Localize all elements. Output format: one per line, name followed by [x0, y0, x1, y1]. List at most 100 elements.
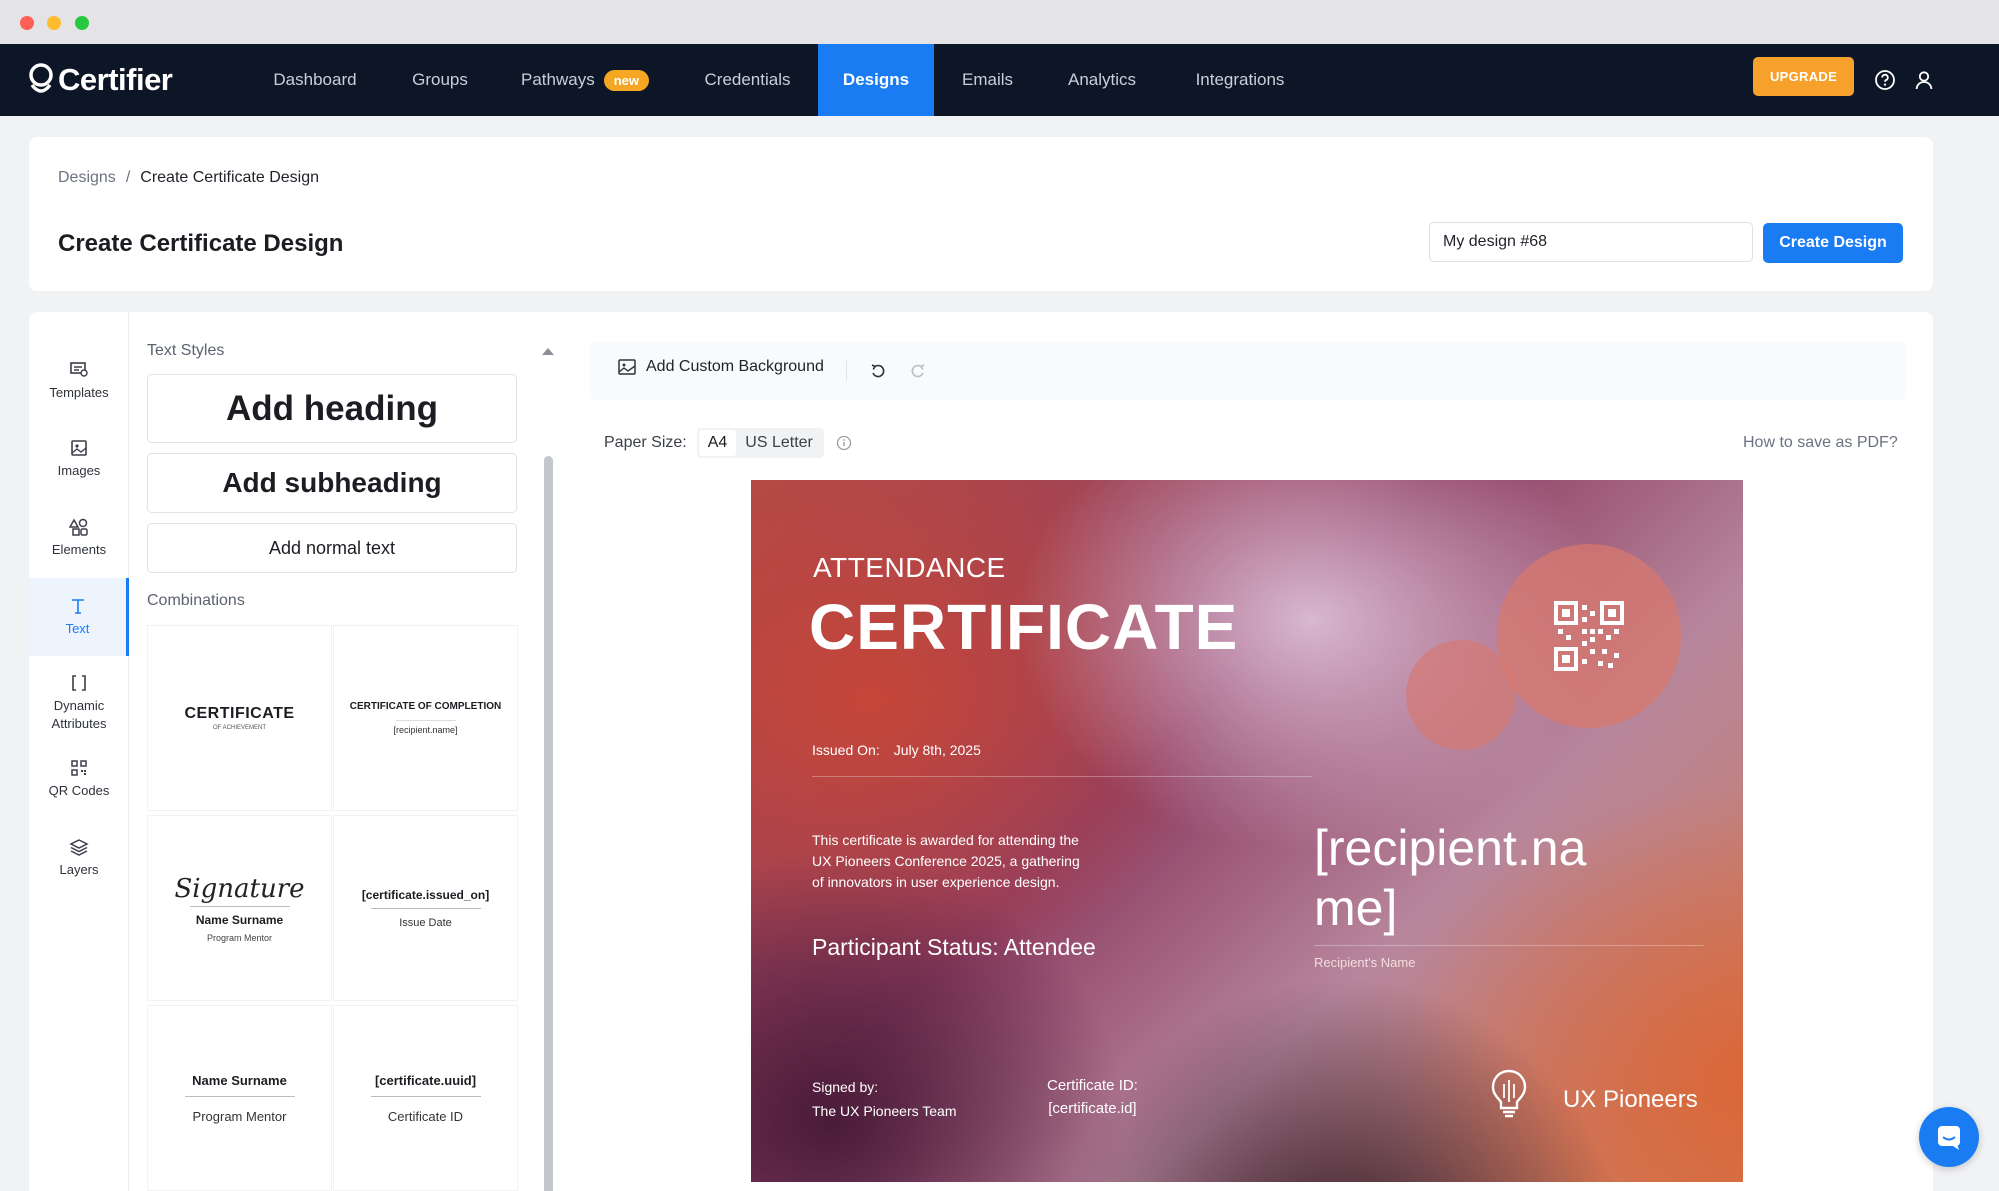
- recipient-caption[interactable]: Recipient's Name: [1314, 955, 1415, 970]
- certificate-title[interactable]: CERTIFICATE: [809, 590, 1238, 664]
- redo-icon[interactable]: [909, 362, 927, 385]
- add-custom-background-button[interactable]: Add Custom Background: [618, 358, 824, 376]
- combo-label: Issue Date: [399, 916, 452, 929]
- add-heading-button[interactable]: Add heading: [147, 374, 517, 443]
- sidebar-tab-dynamic-attributes[interactable]: Dynamic Attributes: [29, 664, 129, 742]
- certificate-divider: [812, 776, 1312, 777]
- combination-signature[interactable]: Signature Name Surname Program Mentor: [147, 815, 332, 1001]
- combination-name-mentor[interactable]: Name Surname Program Mentor: [147, 1005, 332, 1191]
- combo-divider: [189, 905, 290, 907]
- combo-subtitle: OF ACHIEVEMENT: [212, 725, 266, 731]
- certificate-canvas[interactable]: ATTENDANCE CERTIFICATE Issued On: July 8…: [751, 480, 1743, 1182]
- qr-code-icon: [71, 759, 87, 776]
- certificate-description[interactable]: This certificate is awarded for attendin…: [812, 830, 1080, 893]
- combo-title: CERTIFICATE: [184, 705, 295, 722]
- sidebar-tab-label: Dynamic Attributes: [51, 697, 107, 731]
- create-design-button[interactable]: Create Design: [1763, 223, 1903, 263]
- brackets-icon: [72, 674, 86, 691]
- panel-scrollbar[interactable]: [541, 348, 554, 1191]
- nav-groups[interactable]: Groups: [395, 44, 485, 116]
- combo-name: Name Surname: [195, 912, 284, 927]
- combo-divider: [184, 1095, 295, 1097]
- add-background-label: Add Custom Background: [646, 358, 824, 375]
- nav-designs[interactable]: Designs: [818, 44, 934, 116]
- recipient-line: me]: [1314, 880, 1398, 936]
- organization-name[interactable]: UX Pioneers: [1563, 1086, 1698, 1114]
- recipient-name[interactable]: [recipient.na me]: [1314, 818, 1586, 938]
- sidebar-tab-images[interactable]: Images: [29, 420, 129, 498]
- combination-certificate-id[interactable]: [certificate.uuid] Certificate ID: [333, 1005, 518, 1191]
- sidebar-tab-text[interactable]: Text: [29, 578, 129, 656]
- text-icon: [71, 598, 84, 614]
- help-circle-icon[interactable]: [1870, 65, 1900, 95]
- nav-pathways[interactable]: Pathways new: [515, 44, 655, 116]
- paper-option-a4[interactable]: A4: [698, 430, 737, 456]
- sidebar-tab-qr-codes[interactable]: QR Codes: [29, 740, 129, 818]
- issued-on-value: July 8th, 2025: [893, 742, 981, 758]
- sidebar-tab-elements[interactable]: Elements: [29, 499, 129, 577]
- templates-icon: [70, 361, 88, 377]
- canvas-toolbar: Add Custom Background: [590, 342, 1906, 400]
- add-normal-text-button[interactable]: Add normal text: [147, 523, 517, 573]
- layers-icon: [69, 838, 89, 856]
- combo-value: [certificate.issued_on]: [361, 887, 490, 902]
- maximize-window-button[interactable]: [75, 16, 89, 30]
- breadcrumb-separator: /: [125, 169, 131, 186]
- combo-role: Program Mentor: [192, 1108, 287, 1124]
- description-line: UX Pioneers Conference 2025, a gathering: [812, 853, 1080, 869]
- lightbulb-icon[interactable]: [1489, 1068, 1529, 1125]
- signed-by-block[interactable]: Signed by: The UX Pioneers Team: [812, 1075, 956, 1123]
- combo-subtitle: [recipient.name]: [393, 725, 458, 735]
- certificate-id-block[interactable]: Certificate ID: [certificate.id]: [1047, 1074, 1138, 1120]
- nav-emails[interactable]: Emails: [950, 44, 1025, 116]
- how-to-save-pdf-link[interactable]: How to save as PDF?: [1743, 434, 1898, 452]
- design-name-input[interactable]: [1429, 222, 1753, 262]
- nav-credentials[interactable]: Credentials: [690, 44, 805, 116]
- combination-certificate-completion[interactable]: CERTIFICATE OF COMPLETION [recipient.nam…: [333, 625, 518, 811]
- nav-credentials-label: Credentials: [704, 70, 791, 89]
- certificate-kicker[interactable]: ATTENDANCE: [813, 552, 1006, 584]
- breadcrumb-designs-link[interactable]: Designs: [58, 169, 116, 187]
- text-panel: Text Styles Add heading Add subheading A…: [129, 312, 549, 1191]
- minimize-window-button[interactable]: [47, 16, 61, 30]
- participant-status[interactable]: Participant Status: Attendee: [812, 934, 1096, 961]
- nav-analytics[interactable]: Analytics: [1057, 44, 1147, 116]
- app-name: Certifier: [58, 62, 173, 97]
- combinations-label: Combinations: [147, 592, 245, 609]
- issued-on-row[interactable]: Issued On: July 8th, 2025: [812, 742, 981, 758]
- scroll-up-arrow-icon[interactable]: [542, 348, 554, 355]
- new-badge: new: [603, 69, 649, 91]
- combination-issue-date[interactable]: [certificate.issued_on] Issue Date: [333, 815, 518, 1001]
- sidebar-tab-layers[interactable]: Layers: [29, 819, 129, 897]
- chat-button[interactable]: [1919, 1107, 1979, 1167]
- editor-card: Templates Images Elements Text Dynamic A…: [29, 312, 1933, 1191]
- combination-certificate-achievement[interactable]: CERTIFICATE OF ACHIEVEMENT: [147, 625, 332, 811]
- qr-code-icon[interactable]: [1554, 601, 1624, 676]
- paper-size-toggle: A4 US Letter: [696, 428, 824, 458]
- issued-on-label: Issued On:: [812, 742, 880, 758]
- combo-label: Certificate ID: [387, 1108, 464, 1124]
- combo-title: CERTIFICATE OF COMPLETION: [349, 701, 502, 712]
- user-icon[interactable]: [1909, 65, 1939, 95]
- breadcrumb-current: Create Certificate Design: [140, 169, 320, 186]
- combo-divider: [395, 720, 456, 721]
- paper-option-us-letter[interactable]: US Letter: [736, 430, 822, 456]
- close-window-button[interactable]: [20, 16, 34, 30]
- chat-icon: [1938, 1126, 1960, 1150]
- logo[interactable]: Certifier: [28, 60, 173, 100]
- info-icon[interactable]: [836, 435, 852, 451]
- window-titlebar: [0, 0, 1999, 44]
- nav-dashboard[interactable]: Dashboard: [260, 44, 370, 116]
- nav-integrations[interactable]: Integrations: [1185, 44, 1295, 116]
- undo-icon[interactable]: [869, 362, 887, 385]
- upgrade-button[interactable]: UPGRADE: [1753, 57, 1854, 96]
- nav-emails-label: Emails: [961, 70, 1013, 89]
- sidebar-tab-label: Text: [65, 620, 90, 636]
- scrollbar-thumb[interactable]: [544, 456, 553, 1191]
- nav-integrations-label: Integrations: [1195, 70, 1285, 89]
- top-navigation: Certifier Dashboard Groups Pathways new C…: [0, 44, 1999, 116]
- add-subheading-button[interactable]: Add subheading: [147, 453, 517, 513]
- description-line: This certificate is awarded for attendin…: [812, 832, 1079, 848]
- nav-analytics-label: Analytics: [1067, 70, 1137, 89]
- sidebar-tab-templates[interactable]: Templates: [29, 342, 129, 420]
